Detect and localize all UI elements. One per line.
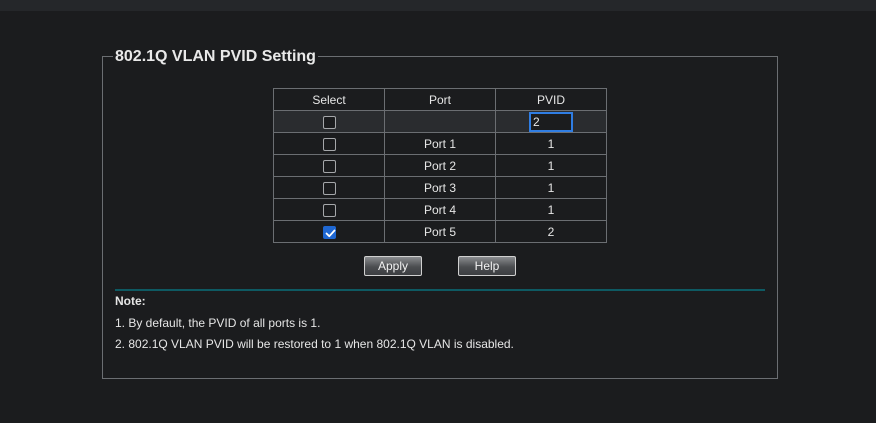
table-row: Port 2 1 [273, 154, 607, 177]
pvid-value: 1 [495, 198, 607, 221]
note-line-1: 1. By default, the PVID of all ports is … [115, 316, 321, 330]
select-cell [273, 110, 385, 133]
note-line-2: 2. 802.1Q VLAN PVID will be restored to … [115, 337, 514, 351]
table-row: Port 5 2 [273, 220, 607, 243]
pvid-value: 2 [495, 220, 607, 243]
select-cell [273, 132, 385, 155]
pvid-value: 1 [495, 154, 607, 177]
note-separator [115, 289, 765, 291]
table-header-row: Select Port PVID [273, 88, 607, 111]
port-name: Port 2 [384, 154, 496, 177]
help-button[interactable]: Help [458, 256, 516, 276]
table-row: Port 4 1 [273, 198, 607, 221]
header-pvid: PVID [495, 88, 607, 111]
header-port: Port [384, 88, 496, 111]
port-name: Port 3 [384, 176, 496, 199]
header-select: Select [273, 88, 385, 111]
top-bar [0, 0, 876, 11]
section-title: 802.1Q VLAN PVID Setting [113, 47, 318, 67]
pvid-input[interactable] [529, 111, 573, 132]
pvid-value: 1 [495, 176, 607, 199]
table-row: Port 3 1 [273, 176, 607, 199]
port-1-checkbox[interactable] [322, 137, 336, 151]
select-cell [273, 220, 385, 243]
select-cell [273, 176, 385, 199]
port-3-checkbox[interactable] [322, 181, 336, 195]
pvid-cell [495, 110, 607, 133]
table-row: Port 1 1 [273, 132, 607, 155]
note-title: Note: [115, 294, 146, 308]
checkmark-icon [325, 229, 335, 237]
port-name: Port 5 [384, 220, 496, 243]
port-2-checkbox[interactable] [322, 159, 336, 173]
apply-button[interactable]: Apply [364, 256, 422, 276]
pvid-value: 1 [495, 132, 607, 155]
port-5-checkbox[interactable] [322, 225, 336, 239]
port-4-checkbox[interactable] [322, 203, 336, 217]
select-cell [273, 198, 385, 221]
batch-edit-row [273, 110, 607, 133]
port-cell [384, 110, 496, 133]
port-name: Port 4 [384, 198, 496, 221]
pvid-table: Select Port PVID Port 1 1 Port 2 1 Por [273, 88, 607, 243]
port-name: Port 1 [384, 132, 496, 155]
select-all-checkbox[interactable] [322, 115, 336, 129]
select-cell [273, 154, 385, 177]
